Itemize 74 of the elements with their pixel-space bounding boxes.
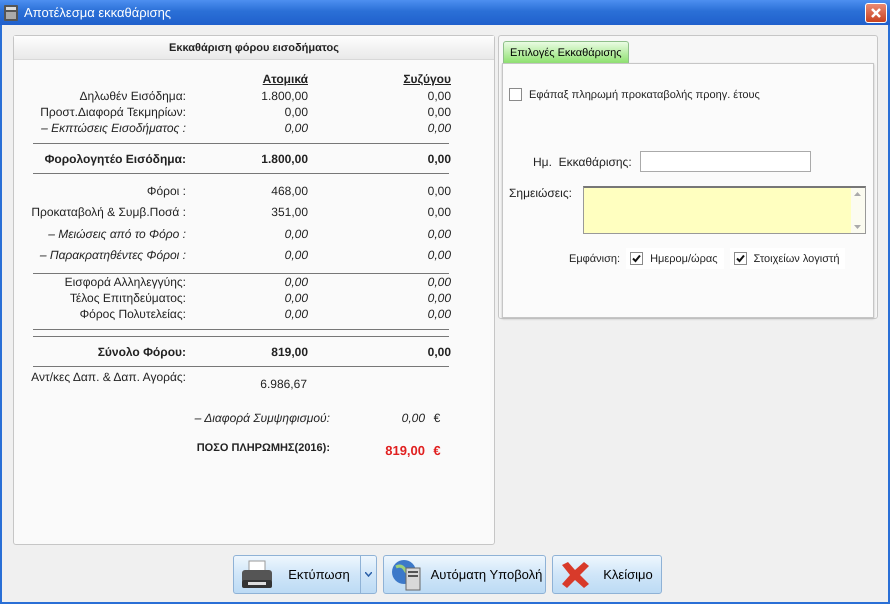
amount-cell-text: 0,00 [426,89,451,103]
checkbox-label: Ημερομ/ώρας [650,252,718,264]
notes-field[interactable] [582,186,866,234]
payment-label: ΠΟΣΟ ΠΛΗΡΩΜΗΣ(2016): [196,442,330,454]
row-label: Προστ.Διαφορά Τεκμηρίων: [39,105,186,119]
checkbox-label: Εφάπαξ πληρωμή προκαταβολής προηγ. έτους [529,88,760,100]
payment-amount: 819,00 [384,443,425,458]
amount-cell-text: 468,00 [270,184,308,198]
printer-icon [240,560,274,590]
amount-cell-text: 0,00 [426,152,451,166]
row-label: Φόροι : [146,184,186,198]
amount-cell-text: 0,00 [426,275,451,289]
action-button[interactable]: Εκτύπωση [233,555,377,594]
amount-cell-text: 0,00 [426,344,451,358]
close-icon [870,6,882,18]
amount-cell-text: 0,00 [426,291,451,305]
amount-cell-text: 0,00 [284,291,308,305]
action-button[interactable]: Αυτόματη Υποβολή [383,555,546,594]
field-label: Σημειώσεις: [509,186,572,200]
row-label: Δηλωθέν Εισόδημα: [78,89,186,103]
row-label: Φορολογητέο Εισόδημα: [44,152,186,166]
checkmark-icon [632,254,642,263]
date-field[interactable] [640,151,811,172]
scrollbar[interactable] [850,188,865,233]
close-button[interactable] [865,2,887,22]
amount-cell-text: 0,00 [426,307,451,321]
checkmark-icon [736,254,745,263]
row-label: Προκαταβολή & Συμβ.Ποσά : [30,205,186,220]
checkbox[interactable] [734,252,747,265]
row-label: Φόρος Πολυτελείας: [78,307,186,321]
amount-cell-text: 819,00 [270,344,308,358]
scroll-down-icon[interactable] [854,225,862,229]
checkbox[interactable] [630,252,644,265]
row-label: Σύνολο Φόρου: [96,344,186,358]
amount-cell-text: 0,00 [284,275,308,289]
field-label: Εμφάνιση: [569,252,620,264]
amount-cell-text: 0,00 [426,205,451,220]
column-header: Ατομικά [262,72,308,86]
currency-symbol: € [432,411,442,425]
tab[interactable]: Επιλογές Εκκαθάρισης [503,41,629,63]
row-label: – Εκπτώσεις Εισοδήματος : [40,121,186,135]
amount-cell-text: 0,00 [426,105,451,119]
row-label: Τέλος Επιτηδεύματος: [68,291,186,305]
amount-cell-text: 0,00 [426,226,451,241]
amount-cell-text: 351,00 [270,205,308,220]
amount-cell-text: 0,00 [426,121,451,135]
row-label: – Παρακρατηθέντες Φόροι : [38,248,186,262]
scroll-up-icon[interactable] [854,192,862,196]
amount-cell-text: 1.800,00 [260,89,308,103]
panel-title: Εκκαθάριση φόρου εισοδήματος [14,36,494,60]
row-label: – Διαφορά Συμψηφισμού: [194,411,330,425]
row-label: Αντ/κες Δαπ. & Δαπ. Αγοράς: [30,370,186,384]
amount-cell-text: 1.800,00 [260,152,308,166]
amount-cell-text: 0,00 [284,248,308,262]
row-label: Εισφορά Αλληλεγγύης: [64,275,186,289]
amount-cell-text: 0,00 [426,248,451,262]
amount-cell-text: 0,00 [284,307,308,321]
amount-cell-text: 0,00 [284,121,308,135]
amount-cell-text: 6.986,67 [259,377,307,391]
row-label: – Μειώσεις από το Φόρο : [47,226,186,241]
caret-icon [365,572,372,577]
window-title: Αποτέλεσμα εκκαθάρισης [24,5,172,20]
amount-cell-text: 0,00 [284,226,308,241]
checkbox[interactable] [509,88,522,101]
amount-cell-text: 0,00 [400,411,425,425]
calculator-icon [4,4,18,20]
amount-cell-text: 0,00 [284,105,308,119]
action-button[interactable]: Κλείσιμο [552,555,662,594]
currency-symbol: € [432,443,442,458]
close-icon [559,560,591,588]
column-header: Συζύγου [402,72,451,86]
amount-cell-text: 0,00 [426,184,451,198]
field-label: Ημ. Εκκαθάρισης: [533,154,632,168]
checkbox-label: Στοιχείων λογιστή [754,252,840,264]
